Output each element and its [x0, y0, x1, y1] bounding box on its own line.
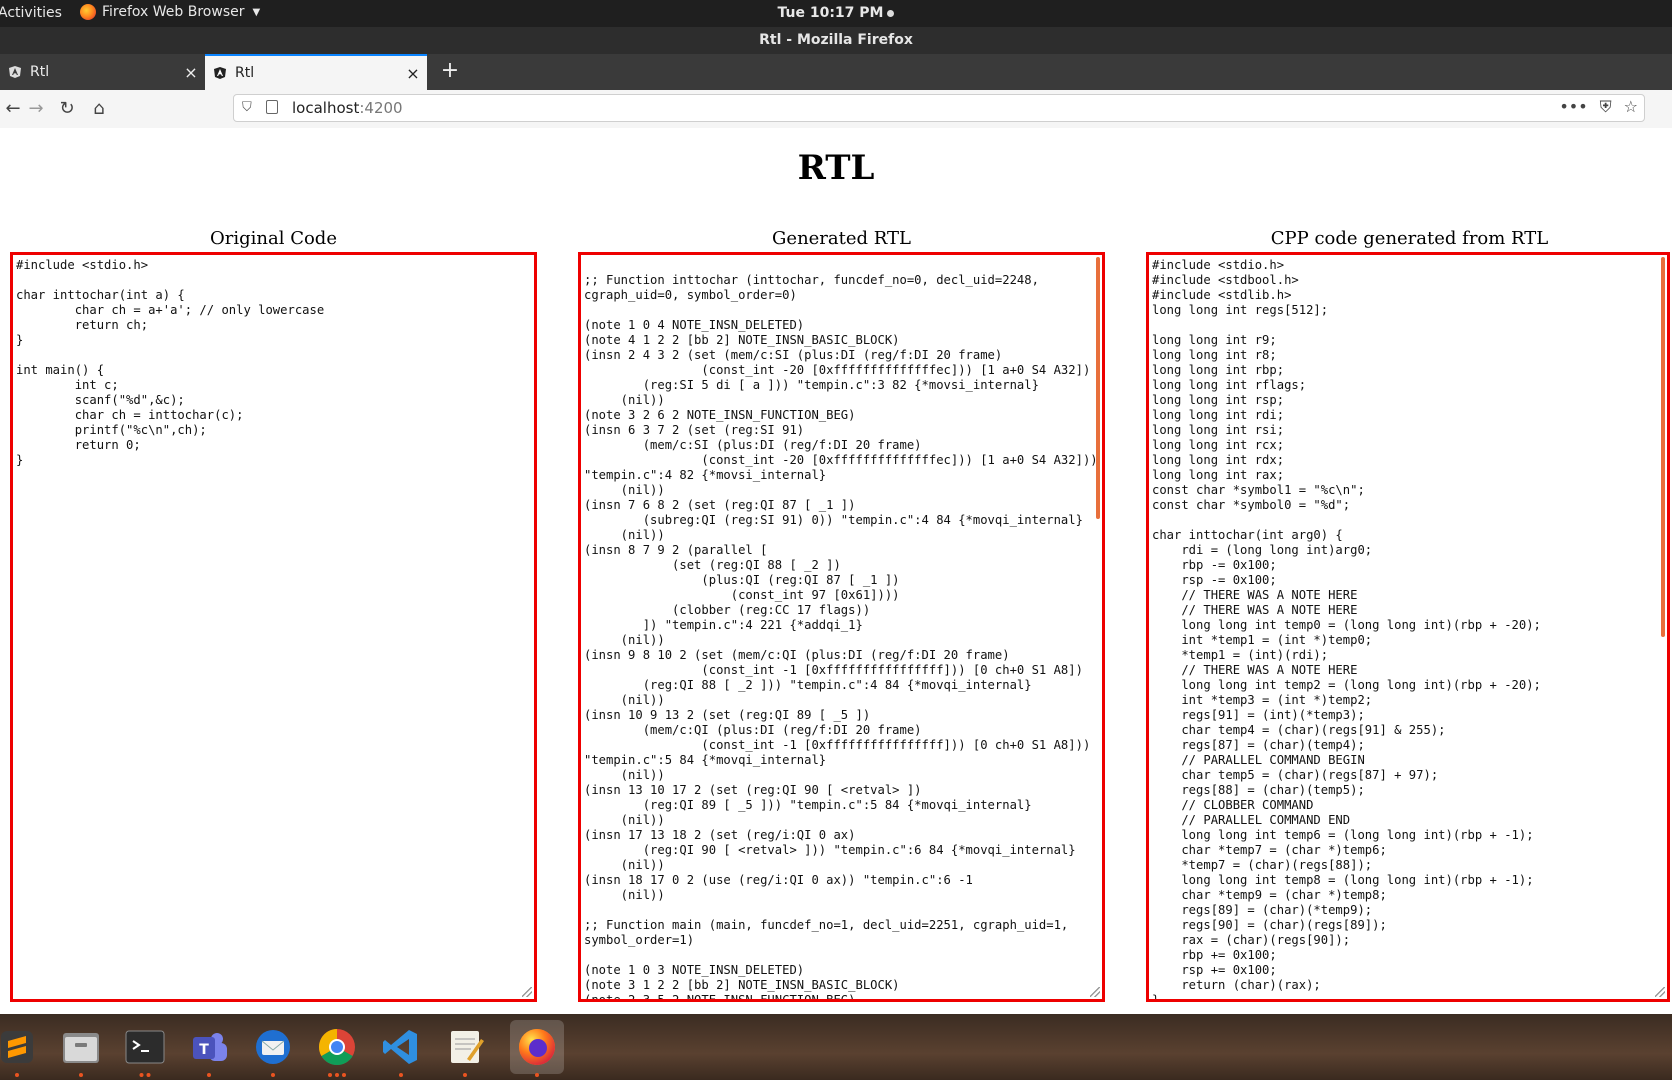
chrome-icon	[318, 1029, 355, 1066]
address-bar[interactable]: ⛉ localhost:4200 ••• ⛨ ☆	[233, 94, 1645, 122]
vscode-launcher[interactable]	[374, 1020, 428, 1077]
page-info-icon[interactable]	[266, 100, 278, 114]
forward-icon[interactable]: →	[23, 96, 49, 122]
page-title: RTL	[797, 148, 875, 188]
tab-label: Rtl	[235, 65, 255, 81]
new-tab-button[interactable]: +	[436, 54, 464, 90]
clock-label: Tue 10:17 PM	[777, 5, 884, 21]
cpp-scrollbar[interactable]	[1661, 257, 1665, 637]
angular-icon	[9, 66, 21, 78]
home-icon[interactable]: ⌂	[86, 96, 112, 122]
page-content: RTL Original Code #include <stdio.h> cha…	[0, 128, 1672, 1014]
cpp-code-heading: CPP code generated from RTL	[1270, 228, 1549, 249]
clock[interactable]: Tue 10:17 PM	[0, 5, 1672, 21]
firefox-icon	[519, 1029, 555, 1065]
reload-icon[interactable]: ↻	[54, 96, 80, 122]
dock: T	[0, 1014, 1672, 1080]
chrome-launcher[interactable]	[310, 1020, 364, 1077]
sublime-text-launcher[interactable]	[0, 1020, 44, 1077]
vscode-icon	[383, 1030, 417, 1064]
generated-rtl-textarea[interactable]: ;; Function inttochar (inttochar, funcde…	[578, 252, 1105, 1002]
generated-rtl-text: ;; Function inttochar (inttochar, funcde…	[584, 273, 1098, 1002]
resize-handle-icon[interactable]	[1090, 987, 1100, 997]
files-launcher[interactable]	[54, 1020, 108, 1077]
tab-strip: Rtl × Rtl × +	[0, 54, 1672, 90]
original-code-heading: Original Code	[210, 228, 337, 249]
window-title-bar: Rtl - Mozilla Firefox	[0, 27, 1672, 54]
address-bar-actions: ••• ⛨ ☆	[1559, 97, 1638, 117]
text-editor-icon	[451, 1031, 484, 1063]
teams-launcher[interactable]: T	[182, 1020, 236, 1077]
terminal-icon	[125, 1030, 165, 1064]
teams-icon: T	[193, 1033, 227, 1061]
generated-rtl-heading: Generated RTL	[772, 228, 911, 249]
resize-handle-icon[interactable]	[522, 987, 532, 997]
url-text[interactable]: localhost:4200	[292, 99, 403, 117]
angular-icon	[214, 67, 226, 79]
pocket-icon[interactable]: ⛨	[1600, 97, 1612, 117]
page-actions-icon[interactable]: •••	[1559, 97, 1587, 117]
terminal-launcher[interactable]	[118, 1020, 172, 1077]
close-tab-icon[interactable]: ×	[177, 63, 205, 82]
cpp-code-text: #include <stdio.h> #include <stdbool.h> …	[1152, 258, 1541, 1002]
url-port: :4200	[359, 99, 403, 117]
firefox-launcher[interactable]	[510, 1020, 564, 1077]
bookmark-star-icon[interactable]: ☆	[1624, 97, 1638, 117]
rtl-scrollbar[interactable]	[1096, 257, 1100, 519]
thunderbird-launcher[interactable]	[246, 1020, 300, 1077]
resize-handle-icon[interactable]	[1655, 987, 1665, 997]
thunderbird-icon	[256, 1030, 290, 1064]
navigation-toolbar: ← → ↻ ⌂ ⛉ localhost:4200 ••• ⛨ ☆	[0, 90, 1672, 129]
gnome-top-bar: Activities Firefox Web Browser ▼ Tue 10:…	[0, 0, 1672, 27]
cpp-code-textarea[interactable]: #include <stdio.h> #include <stdbool.h> …	[1146, 252, 1670, 1002]
close-tab-icon[interactable]: ×	[399, 64, 427, 83]
sublime-text-icon	[1, 1031, 33, 1063]
files-icon	[63, 1033, 99, 1063]
svg-text:T: T	[199, 1042, 209, 1058]
tab-rtl-1[interactable]: Rtl ×	[0, 54, 205, 90]
window-title: Rtl - Mozilla Firefox	[759, 32, 913, 48]
shield-icon[interactable]: ⛉	[242, 100, 256, 116]
original-code-text: #include <stdio.h> char inttochar(int a)…	[16, 258, 325, 467]
original-code-textarea[interactable]: #include <stdio.h> char inttochar(int a)…	[10, 252, 537, 1002]
url-host: localhost	[292, 99, 360, 117]
notification-dot-icon	[887, 9, 895, 17]
tab-rtl-2[interactable]: Rtl ×	[205, 54, 427, 90]
tab-label: Rtl	[30, 64, 50, 80]
text-editor-launcher[interactable]	[438, 1020, 492, 1077]
